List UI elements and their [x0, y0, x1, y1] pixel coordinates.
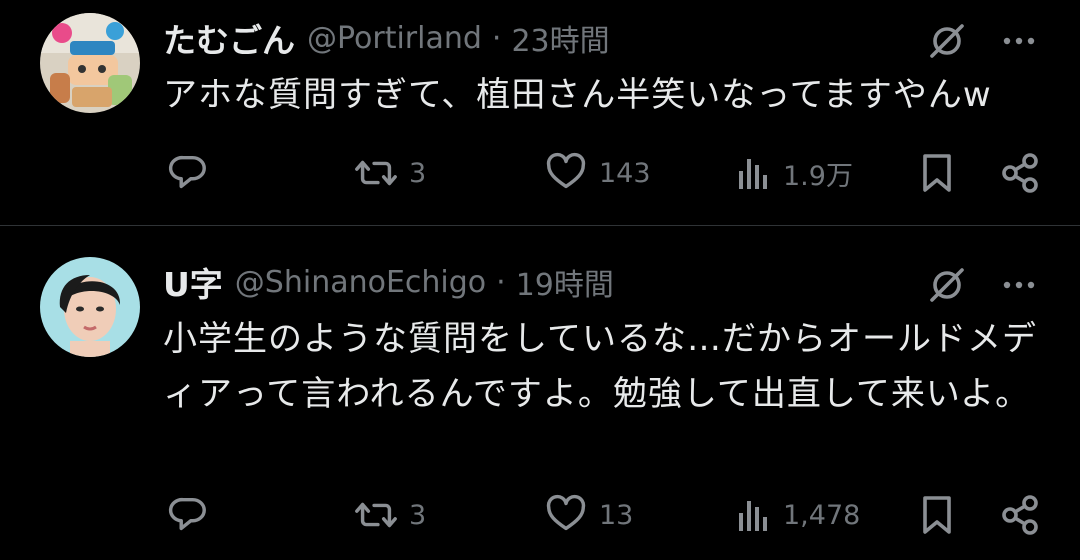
- like-count: 143: [599, 157, 651, 189]
- timestamp[interactable]: 19時間: [516, 260, 614, 304]
- heart-icon: [546, 494, 586, 531]
- retweet-count: 3: [409, 499, 427, 531]
- reply-icon: [168, 155, 206, 189]
- tweet[interactable]: たむごん @Portirland · 23時間 アホな質問すぎて、植田さん半笑い…: [0, 0, 1080, 226]
- retweet-icon: [355, 160, 397, 186]
- view-count: 1,478: [783, 499, 861, 531]
- view-count: 1.9万: [783, 160, 853, 192]
- views-button[interactable]: 1.9万: [733, 148, 853, 198]
- author-handle[interactable]: @Portirland: [307, 21, 482, 56]
- tweet-text: 小学生のような質問をしているな…だからオールドメディアって言われるんですよ。勉強…: [163, 319, 1037, 414]
- retweet-count: 3: [409, 157, 427, 189]
- bookmark-button[interactable]: [915, 490, 959, 540]
- bookmark-icon: [923, 154, 951, 192]
- tweet-actions: 3 13 1,478: [163, 490, 1043, 540]
- like-count: 13: [599, 499, 634, 531]
- tweet-top-actions: [926, 264, 1040, 306]
- timestamp[interactable]: 23時間: [511, 16, 609, 60]
- retweet-icon: [355, 502, 397, 528]
- author-name[interactable]: U字: [163, 258, 223, 306]
- like-button[interactable]: 143: [543, 148, 651, 198]
- retweet-button[interactable]: 3: [353, 490, 426, 540]
- share-icon: [1002, 153, 1038, 193]
- more-icon[interactable]: [998, 20, 1040, 62]
- avatar[interactable]: [40, 257, 140, 357]
- bookmark-icon: [923, 496, 951, 534]
- author-handle[interactable]: @ShinanoEchigo: [235, 265, 486, 300]
- more-icon[interactable]: [998, 264, 1040, 306]
- tweet-top-actions: [926, 20, 1040, 62]
- avatar[interactable]: [40, 13, 140, 113]
- reply-button[interactable]: [163, 148, 219, 198]
- author-name[interactable]: たむごん: [163, 14, 295, 62]
- retweet-button[interactable]: 3: [353, 148, 426, 198]
- tweet[interactable]: U字 @ShinanoEchigo · 19時間 小学生のような質問をしているな…: [0, 227, 1080, 560]
- views-icon: [739, 159, 767, 189]
- share-button[interactable]: [998, 148, 1042, 198]
- tweet-text: アホな質問すぎて、植田さん半笑いなってますやんw: [163, 75, 992, 115]
- views-button[interactable]: 1,478: [733, 490, 860, 540]
- tweet-header: たむごん @Portirland · 23時間: [163, 14, 610, 62]
- tweet-header: U字 @ShinanoEchigo · 19時間: [163, 258, 614, 306]
- bookmark-button[interactable]: [915, 148, 959, 198]
- tweet-actions: 3 143 1.9万: [163, 148, 1043, 198]
- share-button[interactable]: [998, 490, 1042, 540]
- share-icon: [1002, 495, 1038, 535]
- heart-icon: [546, 152, 586, 189]
- header-separator: ·: [496, 264, 506, 300]
- reply-icon: [168, 497, 206, 531]
- views-icon: [739, 501, 767, 531]
- like-button[interactable]: 13: [543, 490, 633, 540]
- header-separator: ·: [491, 20, 502, 56]
- grok-icon[interactable]: [926, 20, 968, 62]
- grok-icon[interactable]: [926, 264, 968, 306]
- reply-button[interactable]: [163, 490, 219, 540]
